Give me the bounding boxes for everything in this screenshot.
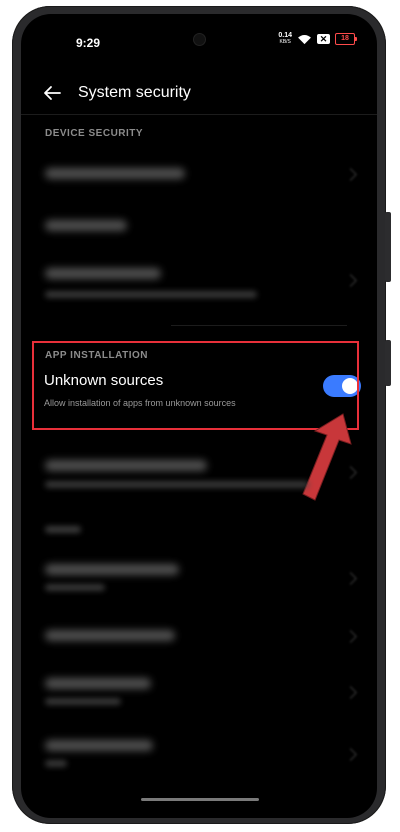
settings-row-blurred-4[interactable]: [45, 454, 359, 504]
blurred-row-subtitle: [45, 698, 121, 705]
network-speed-value: 0.14: [278, 32, 292, 39]
blurred-section-label: [45, 526, 81, 533]
home-indicator[interactable]: [141, 798, 259, 801]
blurred-row-title: [45, 678, 151, 689]
app-header: System security: [21, 80, 377, 116]
blurred-row-title: [45, 564, 179, 575]
chevron-right-icon: [344, 168, 357, 181]
status-icons: 0.14 KB/S ✕ 18: [278, 32, 357, 46]
blurred-row-title: [45, 220, 127, 231]
blurred-row-subtitle: [45, 481, 309, 488]
chevron-right-icon: [344, 748, 357, 761]
network-speed-unit: KB/S: [279, 39, 291, 45]
front-camera: [194, 34, 205, 45]
settings-row-blurred-7[interactable]: [45, 674, 359, 720]
settings-row-blurred-8[interactable]: [45, 736, 359, 782]
chevron-right-icon: [344, 572, 357, 585]
header-divider: [21, 114, 377, 115]
blurred-row-subtitle: [45, 291, 257, 298]
network-speed: 0.14 KB/S: [278, 32, 292, 46]
section-label-blurred: [45, 524, 359, 538]
blurred-row-title: [45, 268, 161, 279]
settings-row-blurred-2[interactable]: [45, 210, 359, 250]
blurred-row-subtitle: [45, 584, 105, 591]
power-button: [385, 340, 391, 386]
blurred-row-title: [45, 460, 207, 471]
section-label-device-security: DEVICE SECURITY: [45, 128, 144, 139]
close-badge-icon: ✕: [317, 34, 330, 44]
chevron-right-icon: [344, 466, 357, 479]
settings-row-blurred-5[interactable]: [45, 560, 359, 606]
wifi-icon: [298, 34, 311, 44]
blurred-row-subtitle: [45, 760, 67, 767]
section-divider: [171, 325, 347, 326]
chevron-right-icon: [344, 630, 357, 643]
settings-row-blurred-1[interactable]: [45, 158, 359, 198]
status-bar: 9:29 0.14 KB/S ✕ 18: [21, 14, 377, 58]
screen: 9:29 0.14 KB/S ✕ 18 System security DEVI…: [21, 14, 377, 818]
settings-row-blurred-3[interactable]: [45, 260, 359, 310]
blurred-row-title: [45, 630, 175, 641]
arrow-left-icon[interactable]: [41, 82, 63, 104]
blurred-row-title: [45, 168, 185, 179]
chevron-right-icon: [344, 686, 357, 699]
settings-row-blurred-6[interactable]: [45, 624, 359, 664]
battery-icon: 18: [335, 33, 357, 45]
status-time: 9:29: [76, 36, 101, 50]
page-title: System security: [78, 84, 191, 101]
blurred-row-title: [45, 740, 153, 751]
chevron-right-icon: [344, 274, 357, 287]
volume-button: [385, 212, 391, 282]
